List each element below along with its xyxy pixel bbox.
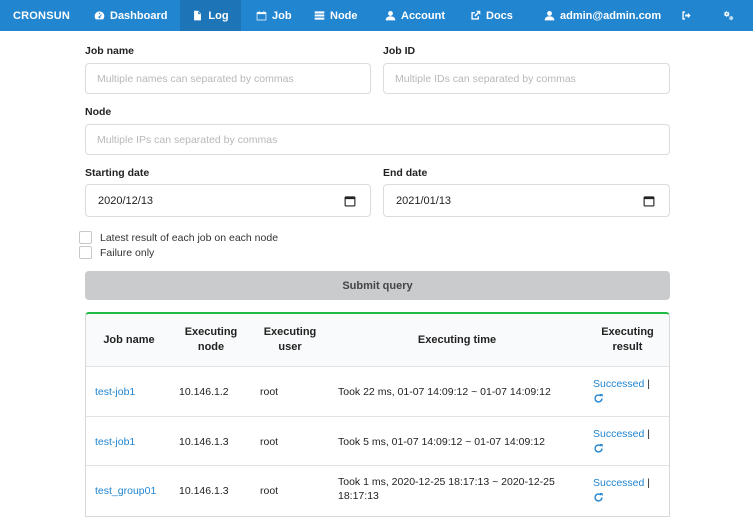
time-line: Took 1 ms, 2020-12-25 18:17:13 ~ 2020-12… <box>338 476 555 488</box>
header-line: node <box>197 341 225 353</box>
result-cell: Successed | <box>593 476 650 503</box>
time-cell: Took 5 ms, 01-07 14:09:12 ~ 01-07 14:09:… <box>338 435 583 449</box>
node-input[interactable] <box>85 124 670 155</box>
header-executing-time: Executing time <box>417 334 497 346</box>
nav-item-dashboard[interactable]: Dashboard <box>94 0 167 31</box>
time-line: Took 5 ms, 01-07 14:09:12 ~ 01-07 14:09:… <box>338 436 545 448</box>
job-name-link[interactable]: test-job1 <box>95 385 135 399</box>
table-header: Job name Executing node Executing user E… <box>86 314 669 367</box>
file-icon <box>192 10 203 21</box>
start-date-field[interactable]: 2020/12/13 <box>85 184 371 217</box>
job-name-label: Job name <box>85 45 135 57</box>
server-icon <box>314 10 325 21</box>
user-cell: root <box>260 386 279 398</box>
table-row: test_group01 10.146.1.3 root Took 1 ms, … <box>86 466 669 516</box>
submit-query-button[interactable]: Submit query <box>85 271 670 300</box>
latest-result-label: Latest result of each job on each node <box>100 231 279 244</box>
brand-logo[interactable]: CRONSUN <box>13 0 70 31</box>
node-cell: 10.146.1.2 <box>179 386 229 398</box>
header-line: Executing <box>601 326 654 338</box>
time-line: 18:17:13 <box>338 490 379 502</box>
start-date-value: 2020/12/13 <box>98 194 154 207</box>
node-cell: 10.146.1.3 <box>179 436 229 448</box>
result-status-link[interactable]: Successed <box>593 378 644 390</box>
job-name-input[interactable] <box>85 63 371 94</box>
nav-item-account[interactable]: Account <box>385 0 445 31</box>
settings-button[interactable] <box>723 0 734 31</box>
user-cell: root <box>260 436 279 448</box>
failure-only-option[interactable]: Failure only <box>79 246 154 259</box>
time-cell: Took 1 ms, 2020-12-25 18:17:13 ~ 2020-12… <box>338 475 583 503</box>
user-menu[interactable]: admin@admin.com <box>544 0 661 31</box>
calendar-icon <box>256 10 267 21</box>
nav-item-label: Job <box>272 9 292 22</box>
table-row: test-job1 10.146.1.2 root Took 22 ms, 01… <box>86 367 669 417</box>
result-status-link[interactable]: Successed <box>593 477 644 489</box>
end-date-field[interactable]: 2021/01/13 <box>383 184 670 217</box>
time-cell: Took 22 ms, 01-07 14:09:12 ~ 01-07 14:09… <box>338 385 583 399</box>
node-label: Node <box>85 106 112 118</box>
brand-name: CRONSUN <box>13 9 71 22</box>
nav-item-label: Account <box>401 9 445 22</box>
user-icon <box>385 10 396 21</box>
end-date-value: 2021/01/13 <box>396 194 452 207</box>
result-separator: | <box>647 477 651 489</box>
external-link-icon <box>470 10 481 21</box>
node-cell: 10.146.1.3 <box>179 485 229 497</box>
header-line: Executing <box>184 326 238 338</box>
header-job-name: Job name <box>103 334 155 346</box>
nav-item-label: Dashboard <box>110 9 168 22</box>
header-executing-result: Executing result <box>584 325 669 355</box>
header-line: result <box>612 341 643 353</box>
nav-item-log[interactable]: Log <box>180 0 241 31</box>
nav-item-job[interactable]: Job <box>256 0 292 31</box>
nav-item-label: Node <box>330 9 358 22</box>
job-id-label: Job ID <box>383 45 416 57</box>
end-date-label: End date <box>383 167 428 179</box>
user-cell: root <box>260 485 279 497</box>
result-cell: Successed | <box>593 427 650 454</box>
time-line: Took 22 ms, 01-07 14:09:12 ~ 01-07 14:09… <box>338 386 551 398</box>
header-executing-user: Executing user <box>250 325 330 355</box>
job-name-link[interactable]: test_group01 <box>95 484 156 498</box>
settings-icon <box>723 10 734 21</box>
result-cell: Successed | <box>593 377 650 404</box>
failure-only-label: Failure only <box>100 246 155 259</box>
job-name-link[interactable]: test-job1 <box>95 435 135 449</box>
user-email: admin@admin.com <box>560 9 662 22</box>
refresh-icon[interactable] <box>593 443 650 454</box>
failure-only-checkbox[interactable] <box>79 246 92 259</box>
start-date-label: Starting date <box>85 167 150 179</box>
log-table: Job name Executing node Executing user E… <box>85 312 670 517</box>
refresh-icon[interactable] <box>593 393 650 404</box>
job-id-input[interactable] <box>383 63 670 94</box>
calendar-icon[interactable] <box>643 195 655 207</box>
table-row: test-job1 10.146.1.3 root Took 5 ms, 01-… <box>86 417 669 466</box>
header-line: user <box>278 341 302 353</box>
nav-item-label: Log <box>208 9 229 22</box>
nav-item-docs[interactable]: Docs <box>470 0 513 31</box>
latest-result-option[interactable]: Latest result of each job on each node <box>79 231 278 244</box>
latest-result-checkbox[interactable] <box>79 231 92 244</box>
top-navbar: CRONSUN Dashboard Log Job Node Account D… <box>0 0 753 31</box>
result-separator: | <box>647 378 651 390</box>
dashboard-icon <box>94 10 105 21</box>
nav-item-node[interactable]: Node <box>314 0 358 31</box>
user-icon <box>544 10 555 21</box>
sign-out-icon <box>681 10 692 21</box>
header-line: Executing <box>263 326 317 338</box>
refresh-icon[interactable] <box>593 492 650 503</box>
header-executing-node: Executing node <box>172 325 250 355</box>
result-separator: | <box>647 428 651 440</box>
calendar-icon[interactable] <box>344 195 356 207</box>
logout-button[interactable] <box>681 0 692 31</box>
result-status-link[interactable]: Successed <box>593 428 644 440</box>
nav-item-label: Docs <box>486 9 513 22</box>
